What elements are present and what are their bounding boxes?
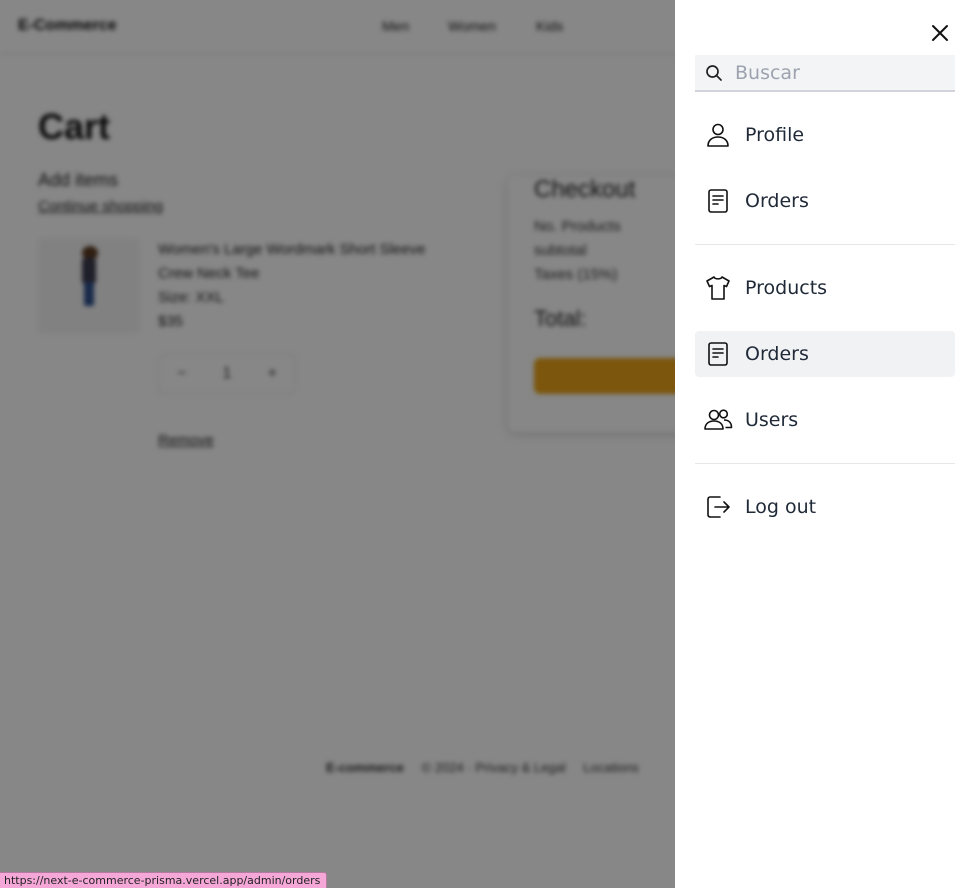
logout-icon <box>703 492 733 522</box>
menu-item-label: Orders <box>745 343 809 365</box>
menu-item-label: Profile <box>745 124 805 146</box>
users-icon <box>703 405 733 435</box>
menu-item-profile[interactable]: Profile <box>695 112 955 158</box>
menu-item-admin-orders[interactable]: Orders <box>695 331 955 377</box>
divider <box>695 463 955 464</box>
side-drawer: Profile Orders Products Orders Users Log… <box>675 0 978 888</box>
search-icon <box>705 64 723 82</box>
menu-item-products[interactable]: Products <box>695 265 955 311</box>
tshirt-icon <box>703 273 733 303</box>
user-icon <box>703 120 733 150</box>
search-input[interactable] <box>735 55 950 90</box>
divider <box>695 244 955 245</box>
menu-item-label: Orders <box>745 190 809 212</box>
menu-item-label: Users <box>745 409 799 431</box>
document-icon <box>703 339 733 369</box>
menu-item-logout[interactable]: Log out <box>695 484 955 530</box>
menu-item-orders[interactable]: Orders <box>695 178 955 224</box>
search-box <box>695 55 955 92</box>
menu-item-label: Log out <box>745 496 817 518</box>
menu-item-users[interactable]: Users <box>695 397 955 443</box>
menu-item-label: Products <box>745 277 828 299</box>
status-bar-url: https://next-e-commerce-prisma.vercel.ap… <box>0 872 328 888</box>
close-icon[interactable] <box>927 20 953 46</box>
document-icon <box>703 186 733 216</box>
